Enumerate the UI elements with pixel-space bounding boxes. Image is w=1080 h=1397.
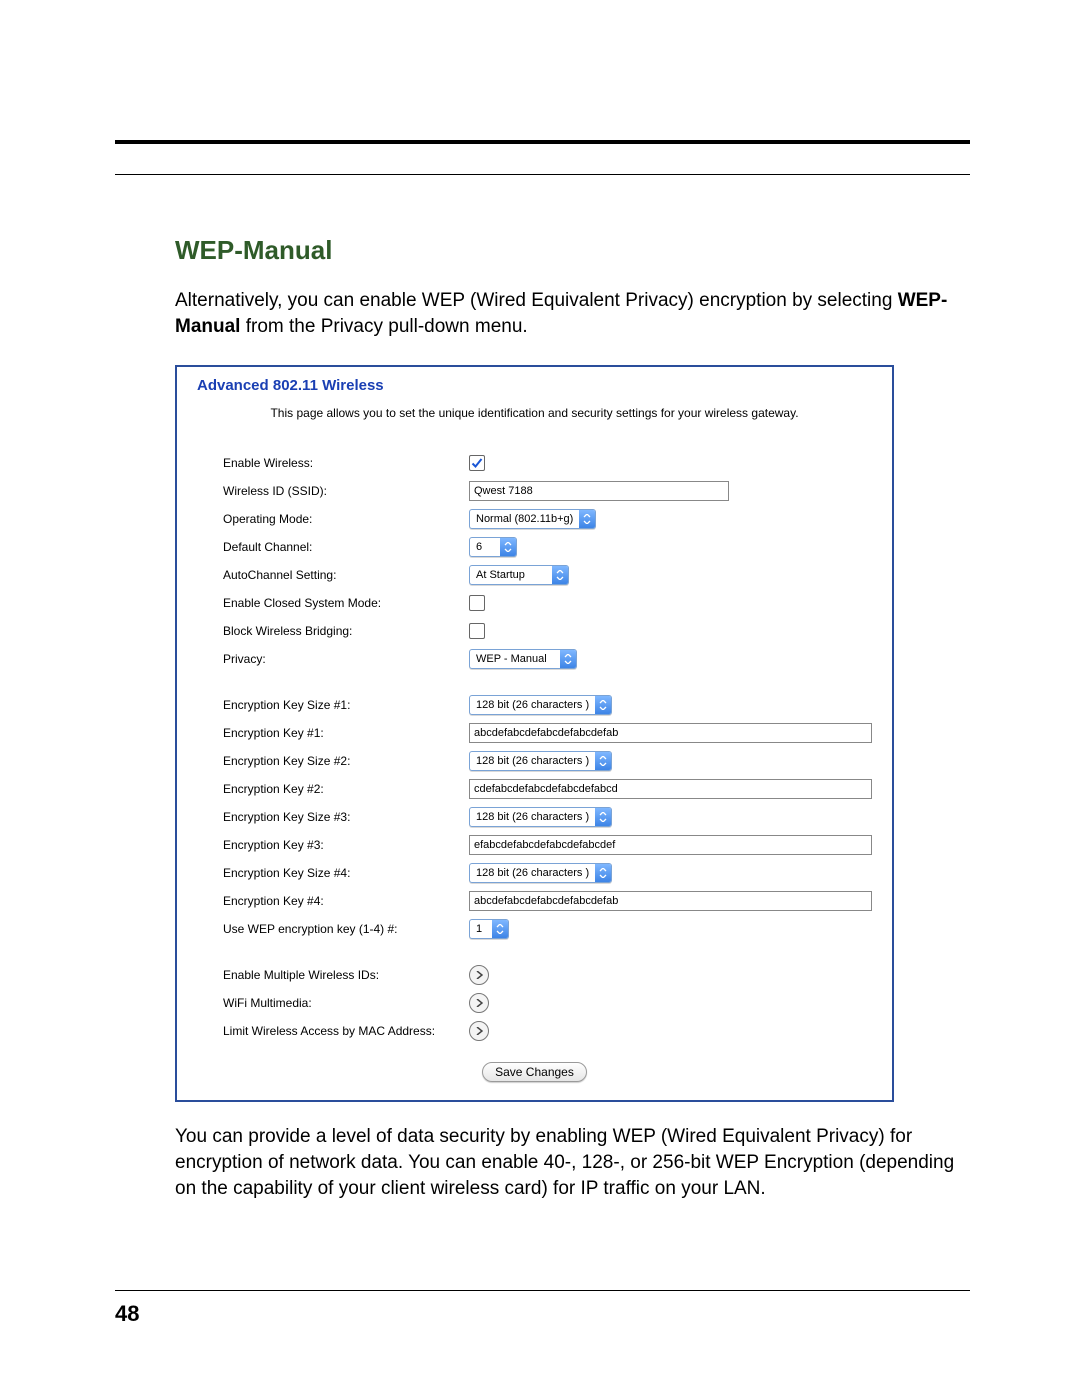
label-key-1: Encryption Key #1: — [223, 726, 469, 740]
label-wmm: WiFi Multimedia: — [223, 996, 469, 1010]
label-use-key: Use WEP encryption key (1-4) #: — [223, 922, 469, 936]
chevrons-icon — [560, 650, 576, 668]
row-keysize-2: Encryption Key Size #2: 128 bit (26 char… — [223, 750, 872, 772]
panel-title: Advanced 802.11 Wireless — [197, 377, 872, 394]
expand-wmm-button[interactable] — [469, 993, 489, 1013]
form-area: Enable Wireless: Wireless ID (SSID): Ope… — [223, 452, 872, 1042]
row-keysize-3: Encryption Key Size #3: 128 bit (26 char… — [223, 806, 872, 828]
select-keysize-2[interactable]: 128 bit (26 characters ) — [469, 751, 612, 771]
select-privacy[interactable]: WEP - Manual — [469, 649, 577, 669]
chevron-right-icon — [475, 1027, 483, 1035]
select-value-keysize-4: 128 bit (26 characters ) — [470, 864, 595, 882]
top-heavy-rule — [115, 140, 970, 144]
input-ssid[interactable] — [469, 481, 729, 501]
chevrons-icon — [552, 566, 568, 584]
intro-paragraph: Alternatively, you can enable WEP (Wired… — [175, 288, 970, 339]
row-ssid: Wireless ID (SSID): — [223, 480, 872, 502]
row-enable-wireless: Enable Wireless: — [223, 452, 872, 474]
checkbox-closed-system[interactable] — [469, 595, 485, 611]
top-thin-rule — [115, 174, 970, 175]
expand-mac-limit-button[interactable] — [469, 1021, 489, 1041]
label-mac-limit: Limit Wireless Access by MAC Address: — [223, 1024, 469, 1038]
label-enable-wireless: Enable Wireless: — [223, 456, 469, 470]
input-key-1[interactable] — [469, 723, 872, 743]
chevron-right-icon — [475, 971, 483, 979]
label-keysize-2: Encryption Key Size #2: — [223, 754, 469, 768]
row-key-1: Encryption Key #1: — [223, 722, 872, 744]
input-key-4[interactable] — [469, 891, 872, 911]
input-key-3[interactable] — [469, 835, 872, 855]
label-keysize-1: Encryption Key Size #1: — [223, 698, 469, 712]
row-key-3: Encryption Key #3: — [223, 834, 872, 856]
label-keysize-4: Encryption Key Size #4: — [223, 866, 469, 880]
row-operating-mode: Operating Mode: Normal (802.11b+g) — [223, 508, 872, 530]
select-value-keysize-3: 128 bit (26 characters ) — [470, 808, 595, 826]
row-privacy: Privacy: WEP - Manual — [223, 648, 872, 670]
label-block-bridging: Block Wireless Bridging: — [223, 624, 469, 638]
save-row: Save Changes — [197, 1062, 872, 1082]
select-value-keysize-2: 128 bit (26 characters ) — [470, 752, 595, 770]
chevrons-icon — [595, 752, 611, 770]
document-page: WEP-Manual Alternatively, you can enable… — [0, 0, 1080, 1397]
select-value-privacy: WEP - Manual — [470, 650, 560, 668]
label-multi-ssid: Enable Multiple Wireless IDs: — [223, 968, 469, 982]
row-use-key: Use WEP encryption key (1-4) #: 1 — [223, 918, 872, 940]
label-closed-system: Enable Closed System Mode: — [223, 596, 469, 610]
chevrons-icon — [500, 538, 516, 556]
row-keysize-1: Encryption Key Size #1: 128 bit (26 char… — [223, 694, 872, 716]
section-heading: WEP-Manual — [175, 235, 970, 266]
select-autochannel[interactable]: At Startup — [469, 565, 569, 585]
select-keysize-3[interactable]: 128 bit (26 characters ) — [469, 807, 612, 827]
select-channel[interactable]: 6 — [469, 537, 517, 557]
chevron-right-icon — [475, 999, 483, 1007]
panel-description: This page allows you to set the unique i… — [197, 406, 872, 420]
select-use-key[interactable]: 1 — [469, 919, 509, 939]
wireless-panel: Advanced 802.11 Wireless This page allow… — [175, 365, 894, 1102]
tail-paragraph: You can provide a level of data security… — [175, 1124, 970, 1201]
save-changes-button[interactable]: Save Changes — [482, 1062, 587, 1082]
select-value-operating-mode: Normal (802.11b+g) — [470, 510, 579, 528]
select-keysize-4[interactable]: 128 bit (26 characters ) — [469, 863, 612, 883]
label-key-4: Encryption Key #4: — [223, 894, 469, 908]
page-number: 48 — [115, 1301, 139, 1327]
intro-text-2: from the Privacy pull-down menu. — [240, 316, 527, 337]
label-keysize-3: Encryption Key Size #3: — [223, 810, 469, 824]
select-value-channel: 6 — [470, 538, 500, 556]
expand-multi-ssid-button[interactable] — [469, 965, 489, 985]
label-key-3: Encryption Key #3: — [223, 838, 469, 852]
chevrons-icon — [595, 864, 611, 882]
row-wmm: WiFi Multimedia: — [223, 992, 872, 1014]
label-key-2: Encryption Key #2: — [223, 782, 469, 796]
row-mac-limit: Limit Wireless Access by MAC Address: — [223, 1020, 872, 1042]
row-keysize-4: Encryption Key Size #4: 128 bit (26 char… — [223, 862, 872, 884]
chevrons-icon — [595, 696, 611, 714]
row-multi-ssid: Enable Multiple Wireless IDs: — [223, 964, 872, 986]
select-value-use-key: 1 — [470, 920, 492, 938]
label-operating-mode: Operating Mode: — [223, 512, 469, 526]
bottom-thin-rule — [115, 1290, 970, 1291]
label-privacy: Privacy: — [223, 652, 469, 666]
label-autochannel: AutoChannel Setting: — [223, 568, 469, 582]
intro-text-1: Alternatively, you can enable WEP (Wired… — [175, 290, 898, 311]
row-channel: Default Channel: 6 — [223, 536, 872, 558]
input-key-2[interactable] — [469, 779, 872, 799]
label-ssid: Wireless ID (SSID): — [223, 484, 469, 498]
row-closed-system: Enable Closed System Mode: — [223, 592, 872, 614]
checkbox-block-bridging[interactable] — [469, 623, 485, 639]
check-icon — [471, 457, 483, 469]
row-block-bridging: Block Wireless Bridging: — [223, 620, 872, 642]
chevrons-icon — [595, 808, 611, 826]
row-key-4: Encryption Key #4: — [223, 890, 872, 912]
label-channel: Default Channel: — [223, 540, 469, 554]
select-operating-mode[interactable]: Normal (802.11b+g) — [469, 509, 596, 529]
checkbox-enable-wireless[interactable] — [469, 455, 485, 471]
select-keysize-1[interactable]: 128 bit (26 characters ) — [469, 695, 612, 715]
row-key-2: Encryption Key #2: — [223, 778, 872, 800]
select-value-keysize-1: 128 bit (26 characters ) — [470, 696, 595, 714]
select-value-autochannel: At Startup — [470, 566, 552, 584]
row-autochannel: AutoChannel Setting: At Startup — [223, 564, 872, 586]
chevrons-icon — [579, 510, 595, 528]
chevrons-icon — [492, 920, 508, 938]
